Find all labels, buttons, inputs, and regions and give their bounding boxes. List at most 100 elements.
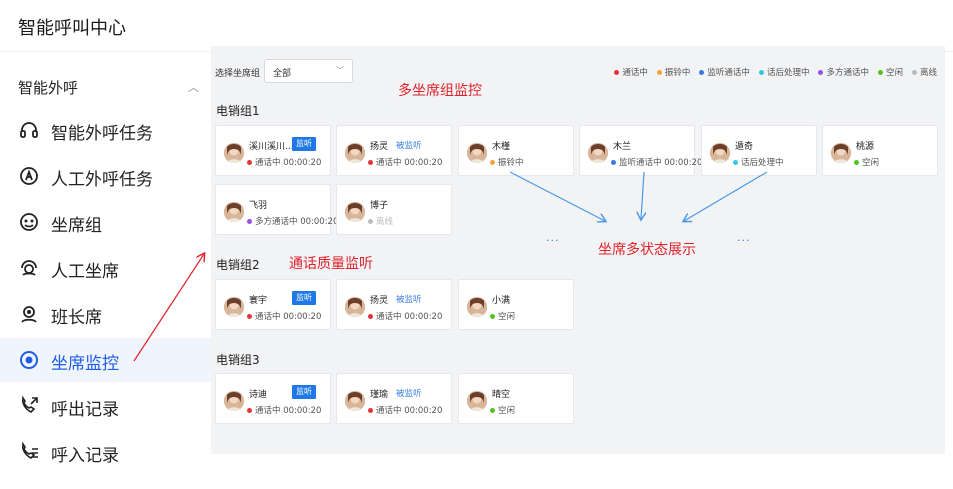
status-dot-icon [611,159,616,165]
agent-status-text: 离线 [376,217,394,227]
agent-card[interactable]: 小满 空闲 [458,279,574,330]
agent-status: 空闲 [490,404,515,416]
agent-status: 通话中 00:00:20 [368,404,442,416]
legend-label: 监听通话中 [707,68,750,78]
chevron-up-icon: ︿ [188,81,199,94]
sidebar-item-label: 坐席组 [51,216,102,236]
group-title: 电销组1 [216,104,260,118]
legend-item: 振铃中 [656,66,691,78]
avatar [224,143,244,163]
legend-item: 话后处理中 [758,66,810,78]
annotation-multi-group: 多坐席组监控 [398,83,482,99]
legend-label: 话后处理中 [766,68,810,78]
headset-task-icon [20,122,38,138]
status-dot-icon [733,159,738,165]
sidebar-item-4[interactable]: 人工坐席 [0,246,211,290]
agent-card[interactable]: 木槿 振铃中 [458,125,574,176]
sidebar: 智能外呼 ︿ 智能外呼任务人工外呼任务 坐席组人工坐席班长席坐席监控呼出记录呼入记… [0,53,211,489]
agent-status: 振铃中 [490,156,524,168]
app-title: 智能呼叫中心 [18,18,126,39]
avatar [345,391,365,411]
agent-card[interactable]: 木兰 监听通话中 00:00:20 [579,125,702,176]
agent-name: 扬灵 [370,142,389,152]
legend-item: 多方通话中 [818,66,869,78]
group-title: 电销组3 [216,353,260,367]
group-title: 电销组2 [216,258,260,272]
status-dot-icon [877,69,883,75]
avatar [467,297,487,317]
avatar [710,143,730,163]
agent-card[interactable]: 扬灵 被监听 通话中 00:00:20 [336,125,452,176]
monitored-tag: 被监听 [396,295,422,305]
sidebar-item-label: 人工外呼任务 [51,170,153,190]
agent-card[interactable]: 扬灵 被监听 通话中 00:00:20 [336,279,452,330]
group-select[interactable]: 全部 ﹀ [264,59,353,83]
agent-card[interactable]: 诗迪 监听 通话中 00:00:20 [215,373,331,424]
agent-status-text: 通话中 00:00:20 [376,312,443,322]
monitor-panel: 选择坐席组 全部 ﹀ 通话中 振铃中 监听通话中 话后处理中 多方通话中 空闲 离线 电销组… [211,46,945,454]
legend-label: 空闲 [885,68,903,78]
monitor-button[interactable]: 监听 [292,291,316,305]
group-filter-label: 选择坐席组 [215,69,261,79]
agent-card[interactable]: 博子 离线 [336,184,452,235]
agent-name: 诗迪 [249,390,268,400]
agent-name: 瑾瑜 [370,390,389,400]
agent-card[interactable]: 晴空 空闲 [458,373,574,424]
avatar [345,297,365,317]
status-dot-icon [854,159,859,165]
status-dot-icon [368,407,373,413]
sidebar-item-1[interactable]: 智能外呼任务 [0,108,211,152]
agent-card[interactable]: 寰宇 监听 通话中 00:00:20 [215,279,331,330]
agent-card[interactable]: 飞羽 多方通话中 00:00:20 [215,184,338,235]
status-dot-icon [247,218,252,224]
annotation-multi-status: 坐席多状态展示 [598,242,696,258]
sidebar-item-7[interactable]: 呼出记录 [0,384,211,428]
status-dot-icon [758,69,764,75]
avatar [588,143,608,163]
agent-name: 遁奇 [735,142,754,152]
avatar [467,143,487,163]
avatar [831,143,851,163]
avatar [224,391,244,411]
agent-status: 通话中 00:00:20 [368,310,442,322]
agent-card[interactable]: 桃源空闲 [822,125,938,176]
status-dot-icon [247,313,252,319]
agent-status-text: 通话中 00:00:20 [255,312,322,322]
agent-name: 晴空 [492,390,511,400]
sidebar-item-3[interactable]: 坐席组 [0,200,211,244]
annotation-quality: 通话质量监听 [289,256,373,272]
monitor-button[interactable]: 监听 [292,137,316,151]
status-dot-icon [818,69,824,75]
monitored-tag: 被监听 [396,389,422,399]
monitor-icon [20,351,38,369]
agent-status: 多方通话中 00:00:20 [247,215,338,227]
sidebar-item-2[interactable]: 人工外呼任务 [0,154,211,198]
monitor-button[interactable]: 监听 [292,385,316,399]
agent-name: 小满 [492,296,511,306]
group-select-value: 全部 [273,69,292,79]
agent-card[interactable]: 瑾瑜 被监听通话中 00:00:20 [336,373,452,424]
agent-name: 桃源 [856,142,875,152]
sidebar-item-8[interactable]: 呼入记录 [0,430,211,474]
status-dot-icon [614,69,620,75]
agent-status: 通话中 00:00:20 [247,156,321,168]
sidebar-group-smart-outbound[interactable]: 智能外呼 ︿ [0,67,211,103]
agent-status: 通话中 00:00:20 [368,156,442,168]
agent-status-text: 通话中 00:00:20 [255,158,322,168]
legend-label: 振铃中 [664,68,691,78]
sidebar-item-label: 呼出记录 [51,400,119,420]
sidebar-item-5[interactable]: 班长席 [0,292,211,336]
agent-icon [21,260,37,276]
status-dot-icon [699,69,705,75]
agent-status-text: 振铃中 [498,158,524,168]
status-dot-icon [368,313,373,319]
sidebar-item-6[interactable]: 坐席监控 [0,338,211,382]
agent-card[interactable]: 遁奇 话后处理中 [701,125,817,176]
agent-status: 离线 [368,215,393,227]
sidebar-item-label: 班长席 [51,308,102,328]
agent-card[interactable]: 溪川溪川... 监听 通话中 00:00:20 [215,125,331,176]
agent-status-text: 监听通话中 00:00:20 [619,158,703,168]
agent-status-text: 空闲 [862,158,880,168]
top-bar: 智能呼叫中心 [0,0,953,52]
agent-status-text: 通话中 00:00:20 [376,158,443,168]
